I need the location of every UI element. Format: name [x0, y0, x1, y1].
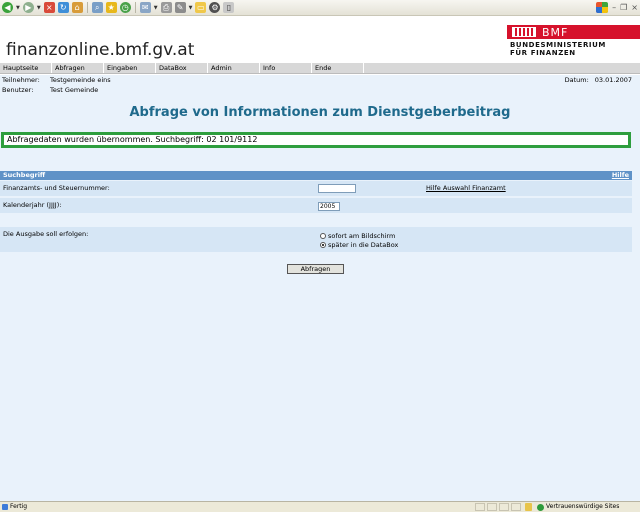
- nav-filler: [364, 63, 640, 73]
- datum-row: Datum: 03.01.2007: [565, 75, 632, 85]
- history-icon[interactable]: ◷: [119, 2, 131, 13]
- nav-item-admin[interactable]: Admin: [208, 63, 260, 73]
- status-text: Fertig: [10, 503, 28, 510]
- bmf-logo-line1: BUNDESMINISTERIUM: [510, 41, 606, 49]
- page-header: finanzonline.bmf.gv.at BMF BUNDESMINISTE…: [0, 17, 640, 63]
- site-title: finanzonline.bmf.gv.at: [6, 40, 195, 60]
- finanzamt-help-link[interactable]: Hilfe Auswahl Finanzamt: [426, 184, 506, 192]
- eagle-icon: [512, 27, 536, 37]
- ausgabe-label: Die Ausgabe soll erfolgen:: [3, 230, 89, 238]
- datum-label: Datum:: [564, 76, 589, 84]
- toolbar-separator: [134, 2, 136, 13]
- page-status-icon: [2, 504, 8, 510]
- browser-toolbar: ◀ ▼ ▶ ▼ × ↻ ⌂ ⌕ ★ ◷ ✉ ▼ ⎙ ✎ ▼ ▭ ⚙ ▯ – ❐ …: [0, 0, 640, 16]
- status-message: Abfragedaten wurden übernommen. Suchbegr…: [1, 132, 631, 148]
- bmf-logo-subtitle: BUNDESMINISTERIUM FÜR FINANZEN: [507, 41, 640, 57]
- abfragen-button[interactable]: Abfragen: [287, 264, 344, 274]
- edit-icon[interactable]: ✎: [174, 2, 186, 13]
- page-icon[interactable]: ▯: [223, 2, 235, 13]
- folder-icon[interactable]: ▭: [195, 2, 207, 13]
- forward-dropdown-icon[interactable]: ▼: [37, 5, 41, 11]
- mail-icon[interactable]: ✉: [139, 2, 151, 13]
- teilnehmer-label: Teilnehmer:: [2, 76, 40, 84]
- search-icon[interactable]: ⌕: [91, 2, 103, 13]
- main-nav: Hauptseite Abfragen Eingaben DataBox Adm…: [0, 63, 640, 74]
- help-link[interactable]: Hilfe: [612, 171, 629, 180]
- nav-item-info[interactable]: Info: [260, 63, 312, 73]
- benutzer-value: Test Gemeinde: [50, 86, 99, 94]
- trusted-zone-icon: [537, 504, 544, 511]
- status-cell: [511, 503, 521, 511]
- radio-databox-label: später in die DataBox: [328, 241, 399, 249]
- page-title: Abfrage von Informationen zum Dienstgebe…: [129, 105, 511, 120]
- favorites-icon[interactable]: ★: [105, 2, 117, 13]
- home-icon[interactable]: ⌂: [71, 2, 83, 13]
- datum-value: 03.01.2007: [594, 76, 632, 84]
- teilnehmer-row: Teilnehmer: Testgemeinde eins: [2, 75, 111, 85]
- lock-icon: [525, 503, 532, 511]
- bmf-logo-line2: FÜR FINANZEN: [510, 49, 576, 57]
- radio-databox-icon[interactable]: [320, 242, 326, 248]
- user-info: Teilnehmer: Testgemeinde eins Benutzer: Te…: [0, 75, 640, 95]
- nav-item-databox[interactable]: DataBox: [156, 63, 208, 73]
- security-zone-text: Vertrauenswürdige Sites: [546, 503, 620, 510]
- edit-dropdown-icon[interactable]: ▼: [189, 5, 193, 11]
- status-cell: [499, 503, 509, 511]
- stop-icon[interactable]: ×: [43, 2, 55, 13]
- ausgabe-row: Die Ausgabe soll erfolgen: sofort am Bil…: [0, 227, 632, 252]
- window-controls: – ❐ ×: [596, 2, 638, 13]
- minimize-icon[interactable]: –: [612, 3, 616, 12]
- toolbar-separator: [86, 2, 88, 13]
- radio-screen-icon[interactable]: [320, 233, 326, 239]
- refresh-icon[interactable]: ↻: [57, 2, 69, 13]
- main-content: Abfrage von Informationen zum Dienstgebe…: [0, 95, 640, 501]
- steuernummer-input[interactable]: [318, 184, 356, 193]
- steuernummer-label: Finanzamts- und Steuernummer:: [3, 184, 110, 192]
- benutzer-row: Benutzer: Test Gemeinde: [2, 85, 98, 95]
- kalenderjahr-row: Kalenderjahr (JJJJ): 2005: [0, 198, 632, 213]
- mail-dropdown-icon[interactable]: ▼: [154, 5, 158, 11]
- section-title: Suchbegriff: [3, 171, 46, 179]
- kalenderjahr-label: Kalenderjahr (JJJJ):: [3, 201, 62, 209]
- tools-icon[interactable]: ⚙: [209, 2, 221, 13]
- nav-item-abfragen[interactable]: Abfragen: [52, 63, 104, 73]
- nav-item-hauptseite[interactable]: Hauptseite: [0, 63, 52, 73]
- radio-option-screen[interactable]: sofort am Bildschirm: [320, 232, 395, 240]
- status-cell: [487, 503, 497, 511]
- kalenderjahr-input[interactable]: 2005: [318, 202, 340, 211]
- forward-icon[interactable]: ▶: [22, 2, 34, 13]
- steuernummer-row: Finanzamts- und Steuernummer: Hilfe Ausw…: [0, 181, 632, 196]
- nav-item-ende[interactable]: Ende: [312, 63, 364, 73]
- close-icon[interactable]: ×: [631, 3, 638, 12]
- section-header: Suchbegriff Hilfe: [0, 171, 632, 180]
- nav-item-eingaben[interactable]: Eingaben: [104, 63, 156, 73]
- radio-option-databox[interactable]: später in die DataBox: [320, 241, 398, 249]
- benutzer-label: Benutzer:: [2, 86, 34, 94]
- bmf-logo-bar: BMF: [507, 25, 640, 39]
- radio-screen-label: sofort am Bildschirm: [328, 232, 396, 240]
- restore-icon[interactable]: ❐: [620, 3, 627, 12]
- bmf-logo: BMF BUNDESMINISTERIUM FÜR FINANZEN: [507, 25, 640, 57]
- teilnehmer-value: Testgemeinde eins: [50, 76, 111, 84]
- windows-logo-icon: [596, 2, 609, 13]
- browser-status-bar: Fertig Vertrauenswürdige Sites: [0, 501, 640, 512]
- status-cell: [475, 503, 485, 511]
- print-icon[interactable]: ⎙: [160, 2, 172, 13]
- bmf-logo-text: BMF: [542, 25, 569, 39]
- back-dropdown-icon[interactable]: ▼: [16, 5, 20, 11]
- back-icon[interactable]: ◀: [2, 2, 13, 13]
